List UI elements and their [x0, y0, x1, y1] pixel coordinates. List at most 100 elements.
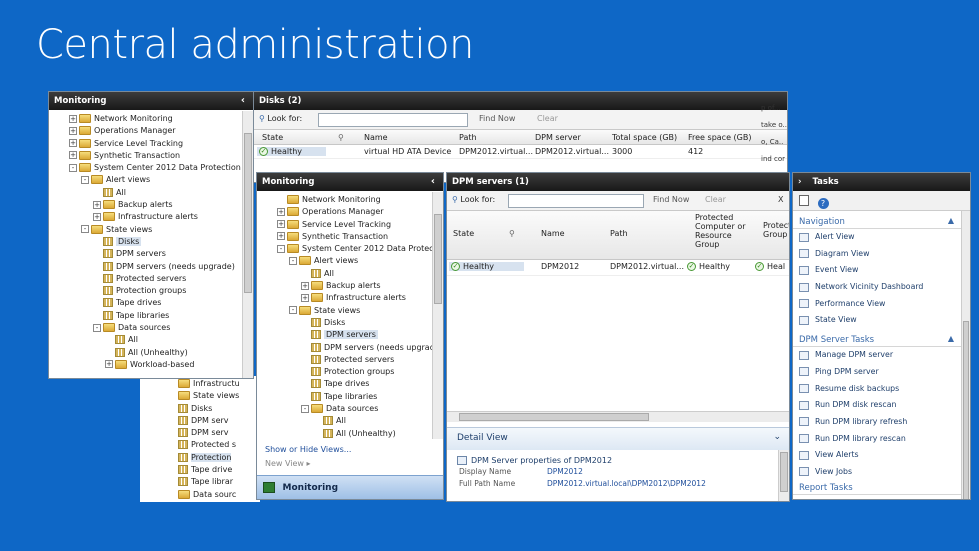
task-item[interactable]: Alert View — [793, 229, 970, 246]
tree-item[interactable]: - Alert views — [257, 255, 443, 267]
tree-item[interactable]: DPM servers (needs upgrade) — [49, 261, 253, 273]
horizontal-scrollbar[interactable] — [447, 411, 789, 422]
expand-plus-icon[interactable]: + — [105, 360, 113, 369]
tree-item[interactable]: - System Center 2012 Data Protection M — [257, 243, 443, 255]
tree-item[interactable]: + Synthetic Transaction — [257, 231, 443, 243]
tree-item[interactable]: + Service Level Tracking — [257, 219, 443, 231]
collapse-minus-icon[interactable]: - — [301, 404, 309, 413]
tree-item[interactable]: Data sourc — [178, 489, 260, 501]
collapse-minus-icon[interactable]: - — [81, 175, 89, 184]
task-item[interactable]: State View — [793, 312, 970, 329]
tree-item[interactable]: Protected servers — [49, 273, 253, 285]
tree-item[interactable]: + Infrastructure alerts — [49, 211, 253, 223]
col-free-space[interactable]: Free space (GB) — [688, 133, 751, 142]
tree-item[interactable]: DPM servers (needs upgrade) — [257, 342, 443, 354]
collapse-chevron-icon[interactable]: ‹ — [241, 95, 245, 106]
collapse-caret-icon[interactable]: ▲ — [948, 334, 954, 343]
tree-item[interactable]: Protection — [178, 452, 260, 464]
dpm-clear-button[interactable]: Clear — [705, 195, 726, 204]
tree-item[interactable]: Disks — [257, 317, 443, 329]
collapse-caret-icon[interactable]: ▲ — [948, 216, 954, 225]
tree-item[interactable]: + Backup alerts — [49, 199, 253, 211]
task-item[interactable]: Diagram View — [793, 246, 970, 263]
task-item[interactable]: Run DPM library rescan — [793, 431, 970, 448]
col-path[interactable]: Path — [610, 229, 628, 238]
tree-item[interactable]: Tape drives — [49, 297, 253, 309]
tree-item[interactable]: - System Center 2012 Data Protection M — [49, 162, 253, 174]
vertical-scrollbar[interactable] — [432, 192, 443, 439]
navigation-section-header[interactable]: Navigation ▲ — [793, 215, 970, 229]
expand-plus-icon[interactable]: + — [69, 126, 77, 135]
expand-plus-icon[interactable]: + — [301, 281, 309, 290]
collapse-minus-icon[interactable]: - — [289, 256, 297, 265]
tree-item[interactable]: All (Unhealthy) — [257, 428, 443, 439]
dpm-server-tasks-header[interactable]: DPM Server Tasks ▲ — [793, 333, 970, 348]
show-hide-views-link[interactable]: Show or Hide Views... — [265, 445, 351, 454]
monitoring-bottom-tab[interactable]: Monitoring — [257, 475, 443, 499]
tree-item[interactable]: Network Monitoring — [257, 194, 443, 206]
tree-item[interactable]: Protection groups — [257, 366, 443, 378]
new-view-menu[interactable]: New View ▸ — [265, 459, 311, 468]
expand-plus-icon[interactable]: + — [93, 200, 101, 209]
col-name[interactable]: Name — [541, 229, 565, 238]
tasks-scrollbar[interactable] — [961, 211, 970, 499]
tree-item[interactable]: Protection groups — [49, 285, 253, 297]
task-item[interactable]: View Jobs — [793, 464, 970, 481]
close-icon[interactable]: X — [778, 195, 783, 204]
collapse-minus-icon[interactable]: - — [81, 225, 89, 234]
collapse-minus-icon[interactable]: - — [277, 244, 285, 253]
collapse-minus-icon[interactable]: - — [93, 323, 101, 332]
tree-item[interactable]: All — [49, 334, 253, 346]
task-item[interactable]: Run DPM disk rescan — [793, 397, 970, 414]
tree-item[interactable]: + Infrastructure alerts — [257, 292, 443, 304]
tree-item[interactable]: Infrastructu — [178, 378, 260, 390]
tree-item[interactable]: DPM serv — [178, 415, 260, 427]
tree-item[interactable]: DPM serv — [178, 427, 260, 439]
tree-item[interactable]: All — [257, 415, 443, 427]
expand-plus-icon[interactable]: + — [69, 114, 77, 123]
tree-item[interactable]: + Network Monitoring — [49, 113, 253, 125]
task-item[interactable]: Resume disk backups — [793, 381, 970, 398]
col-state[interactable]: State — [262, 133, 283, 142]
tree-item[interactable]: Tape libraries — [49, 310, 253, 322]
col-name[interactable]: Name — [364, 133, 388, 142]
task-item[interactable]: Performance View — [793, 296, 970, 313]
task-item[interactable]: View Alerts — [793, 447, 970, 464]
task-item[interactable]: Manage DPM server — [793, 347, 970, 364]
col-icon-toggle[interactable]: ⚲ — [509, 229, 515, 238]
dpm-row[interactable]: ✓ Healthy DPM2012 DPM2012.virtual... ✓ Hea… — [447, 260, 789, 276]
tree-item[interactable]: - Data sources — [49, 322, 253, 334]
tree-item[interactable]: - State views — [257, 305, 443, 317]
col-protected[interactable]: Protected Computer or Resource Group — [695, 213, 747, 249]
tree-item[interactable]: Tape libraries — [257, 391, 443, 403]
col-icon-toggle[interactable]: ⚲ — [338, 133, 344, 142]
collapse-minus-icon[interactable]: - — [289, 306, 297, 315]
tree-item[interactable]: Tape drive — [178, 464, 260, 476]
scroll-thumb[interactable] — [459, 413, 649, 421]
tree-item[interactable]: DPM servers — [257, 329, 443, 341]
tree-item[interactable]: Disks — [178, 403, 260, 415]
col-dpm-server[interactable]: DPM server — [535, 133, 581, 142]
task-item[interactable]: Ping DPM server — [793, 364, 970, 381]
col-path[interactable]: Path — [459, 133, 477, 142]
expand-plus-icon[interactable]: + — [277, 207, 285, 216]
dpm-search-input[interactable] — [508, 194, 644, 208]
collapse-chevron-icon[interactable]: ‹ — [431, 176, 435, 187]
dpm-find-now-button[interactable]: Find Now — [653, 195, 689, 204]
tree-item[interactable]: + Backup alerts — [257, 280, 443, 292]
tree-item[interactable]: + Operations Manager — [257, 206, 443, 218]
collapse-minus-icon[interactable]: - — [69, 163, 77, 172]
vertical-scrollbar[interactable] — [242, 111, 253, 378]
tree-item[interactable]: DPM servers — [49, 248, 253, 260]
col-protection-group[interactable]: Protection Group — [763, 221, 789, 239]
tree-item[interactable]: All (Unhealthy) — [49, 347, 253, 359]
expand-plus-icon[interactable]: + — [277, 220, 285, 229]
scroll-thumb[interactable] — [780, 452, 788, 492]
scroll-thumb[interactable] — [963, 321, 969, 499]
detail-scrollbar[interactable] — [778, 450, 789, 501]
expand-plus-icon[interactable]: + — [93, 212, 101, 221]
disks-search-input[interactable] — [318, 113, 468, 127]
chevron-down-icon[interactable]: ⌄ — [773, 432, 781, 442]
report-tasks-header[interactable]: Report Tasks — [793, 481, 970, 495]
scroll-thumb[interactable] — [244, 133, 252, 293]
